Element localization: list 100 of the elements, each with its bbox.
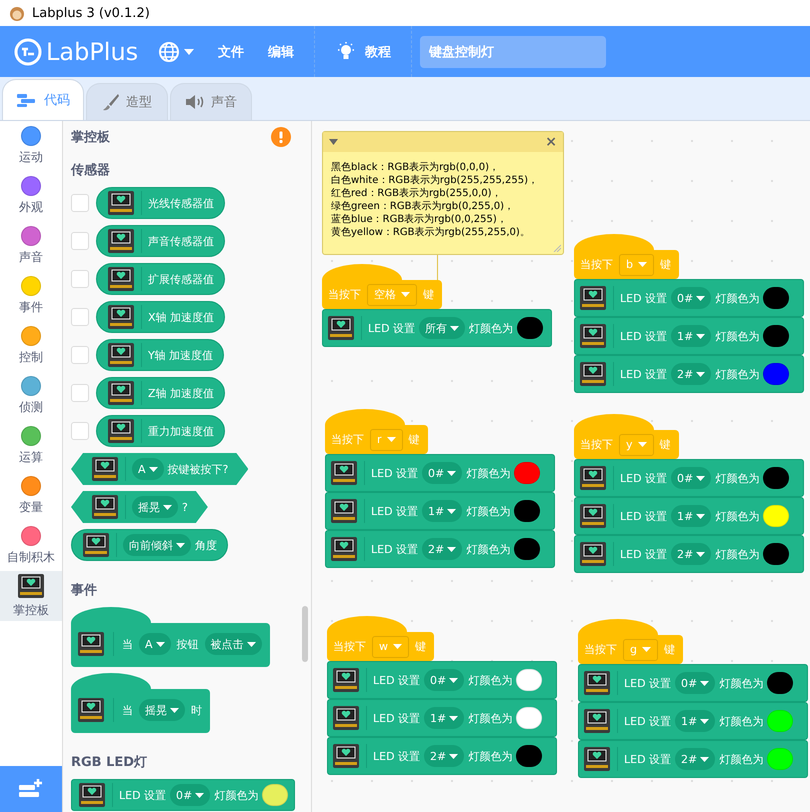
- category-item[interactable]: 侦测: [0, 371, 62, 421]
- category-item[interactable]: 控制: [0, 321, 62, 371]
- command-block[interactable]: LED 设置 1# 灯颜色为: [574, 317, 804, 355]
- color-swatch[interactable]: [763, 543, 790, 565]
- boolean-block[interactable]: 摇晃 ?: [71, 491, 208, 523]
- command-block[interactable]: LED 设置 1# 灯颜色为: [327, 699, 557, 737]
- category-item[interactable]: 事件: [0, 271, 62, 321]
- dropdown[interactable]: 0#: [424, 669, 464, 691]
- collapse-icon[interactable]: [329, 139, 338, 145]
- checkbox[interactable]: [71, 346, 89, 364]
- category-item[interactable]: 变量: [0, 471, 62, 521]
- dropdown[interactable]: 2#: [671, 543, 712, 565]
- color-swatch[interactable]: [767, 672, 794, 694]
- command-block[interactable]: LED 设置 2# 灯颜色为: [574, 535, 804, 573]
- color-swatch[interactable]: [763, 363, 790, 385]
- reporter-block[interactable]: 向前倾斜 角度: [71, 529, 228, 561]
- tab[interactable]: 代码: [2, 79, 84, 120]
- color-swatch[interactable]: [763, 325, 790, 347]
- dropdown[interactable]: 摇晃: [139, 699, 185, 721]
- category-item[interactable]: 运算: [0, 421, 62, 471]
- dropdown[interactable]: 0#: [422, 462, 462, 484]
- dropdown[interactable]: 0#: [675, 672, 716, 694]
- color-swatch[interactable]: [767, 748, 794, 770]
- reporter-block[interactable]: X轴 加速度值: [96, 301, 226, 333]
- menu-item[interactable]: 编辑: [256, 42, 306, 60]
- dropdown[interactable]: 2#: [671, 363, 712, 385]
- command-block[interactable]: LED 设置 0# 灯颜色为: [327, 661, 557, 699]
- dropdown[interactable]: 1#: [424, 707, 464, 729]
- add-extension-button[interactable]: [0, 766, 62, 812]
- color-swatch[interactable]: [516, 669, 542, 691]
- color-swatch[interactable]: [514, 462, 540, 484]
- color-swatch[interactable]: [514, 538, 540, 560]
- reporter-block[interactable]: Z轴 加速度值: [96, 377, 226, 409]
- checkbox[interactable]: [71, 194, 89, 212]
- command-block[interactable]: LED 设置 1# 灯颜色为: [574, 497, 804, 535]
- command-block[interactable]: LED 设置 2# 灯颜色为: [574, 355, 804, 393]
- dropdown[interactable]: A: [139, 633, 171, 655]
- color-swatch[interactable]: [767, 710, 794, 732]
- command-block[interactable]: LED 设置 0# 灯颜色为: [71, 779, 296, 811]
- category-item[interactable]: 自制积木: [0, 521, 62, 571]
- command-block[interactable]: LED 设置 0# 灯颜色为: [574, 279, 804, 317]
- dropdown[interactable]: 2#: [424, 745, 464, 767]
- dropdown[interactable]: 摇晃: [132, 496, 178, 518]
- dropdown[interactable]: 0#: [671, 467, 712, 489]
- language-button[interactable]: [158, 40, 194, 62]
- reporter-block[interactable]: 声音传感器值: [96, 225, 225, 257]
- color-swatch[interactable]: [763, 505, 790, 527]
- category-item[interactable]: 运动: [0, 121, 62, 171]
- color-swatch[interactable]: [517, 317, 544, 339]
- category-item[interactable]: 掌控板: [0, 571, 62, 621]
- command-block[interactable]: LED 设置 2# 灯颜色为: [327, 737, 557, 775]
- reporter-block[interactable]: 光线传感器值: [96, 187, 225, 219]
- command-block[interactable]: LED 设置 0# 灯颜色为: [578, 664, 808, 702]
- color-swatch[interactable]: [514, 500, 540, 522]
- command-block[interactable]: LED 设置 1# 灯颜色为: [578, 702, 808, 740]
- checkbox[interactable]: [71, 422, 89, 440]
- checkbox[interactable]: [71, 308, 89, 326]
- command-block[interactable]: LED 设置 1# 灯颜色为: [325, 492, 555, 530]
- category-item[interactable]: 声音: [0, 221, 62, 271]
- command-block[interactable]: LED 设置 0# 灯颜色为: [574, 459, 804, 497]
- tab[interactable]: 造型: [86, 83, 168, 120]
- scrollbar[interactable]: [302, 606, 308, 662]
- dropdown[interactable]: 2#: [422, 538, 462, 560]
- comment-note[interactable]: × 黑色black：RGB表示为rgb(0,0,0)， 白色white：RGB表示为rgb(255,255,255)， 红色red：RGB表示为rgb(255,0,0)， 绿色green：RGB表示为rgb(0,255,0)， 蓝色blue：RGB表示为rgb(0,0,255)， 黄色yellow：RGB表示为rgb(255,255,0)。: [322, 131, 564, 255]
- dropdown[interactable]: A: [132, 458, 164, 480]
- dropdown[interactable]: 所有: [419, 317, 466, 339]
- dropdown[interactable]: 2#: [675, 748, 716, 770]
- dropdown[interactable]: 向前倾斜: [123, 534, 191, 556]
- dropdown[interactable]: 1#: [671, 505, 712, 527]
- dropdown[interactable]: 0#: [671, 287, 712, 309]
- project-title-field[interactable]: 键盘控制灯: [420, 36, 606, 68]
- dropdown[interactable]: 1#: [671, 325, 712, 347]
- reporter-block[interactable]: 重力加速度值: [96, 415, 225, 447]
- command-block[interactable]: LED 设置 所有 灯颜色为: [322, 309, 552, 347]
- dropdown[interactable]: 1#: [675, 710, 716, 732]
- color-swatch[interactable]: [763, 467, 790, 489]
- command-block[interactable]: LED 设置 2# 灯颜色为: [325, 530, 555, 568]
- checkbox[interactable]: [71, 232, 89, 250]
- checkbox[interactable]: [71, 270, 89, 288]
- reporter-block[interactable]: Y轴 加速度值: [96, 339, 224, 371]
- dropdown[interactable]: 1#: [422, 500, 462, 522]
- color-swatch[interactable]: [262, 784, 288, 806]
- color-swatch[interactable]: [516, 707, 542, 729]
- command-block[interactable]: LED 设置 2# 灯颜色为: [578, 740, 808, 778]
- color-swatch[interactable]: [763, 287, 790, 309]
- caret-icon: [449, 678, 458, 682]
- dropdown[interactable]: 被点击: [204, 633, 262, 655]
- boolean-block[interactable]: A 按键被按下?: [71, 453, 248, 485]
- alert-icon[interactable]: [271, 127, 291, 147]
- tutorial-button[interactable]: 教程: [323, 40, 404, 62]
- menu-item[interactable]: 文件: [206, 42, 256, 60]
- dropdown[interactable]: 0#: [170, 784, 210, 806]
- category-item[interactable]: 外观: [0, 171, 62, 221]
- resize-handle-icon[interactable]: [553, 244, 561, 252]
- command-block[interactable]: LED 设置 0# 灯颜色为: [325, 454, 555, 492]
- reporter-block[interactable]: 扩展传感器值: [96, 263, 225, 295]
- tab[interactable]: 声音: [170, 83, 252, 120]
- color-swatch[interactable]: [516, 745, 542, 767]
- close-button[interactable]: ×: [545, 134, 557, 150]
- checkbox[interactable]: [71, 384, 89, 402]
